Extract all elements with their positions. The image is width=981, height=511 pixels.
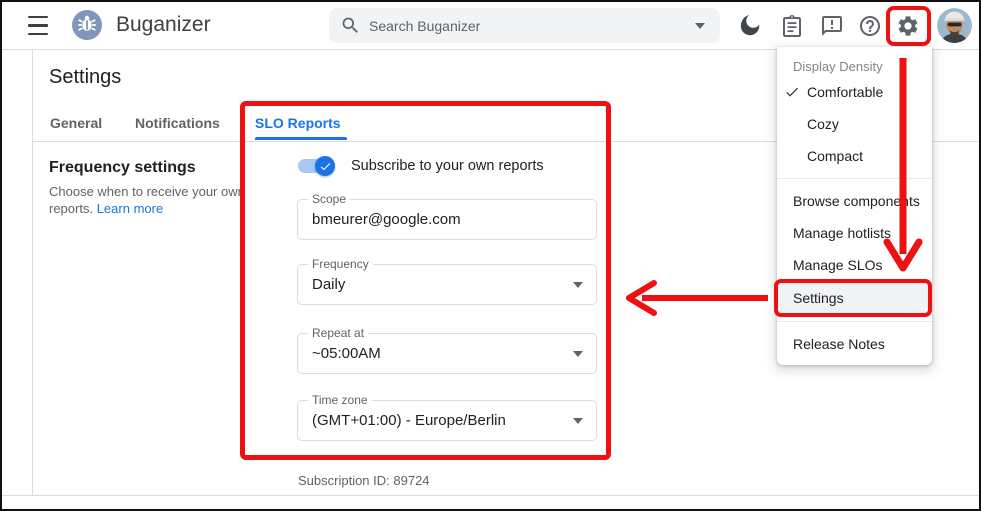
check-icon <box>784 84 802 100</box>
menu-item-label: Cozy <box>807 116 839 132</box>
frequency-dropdown-arrow-icon <box>573 282 583 288</box>
menu-item-settings[interactable]: Settings <box>777 281 932 315</box>
time-zone-dropdown-arrow-icon <box>573 418 583 424</box>
menu-item-release-notes[interactable]: Release Notes <box>777 328 932 360</box>
tab-slo-reports[interactable]: SLO Reports <box>255 115 341 131</box>
toggle-check-icon <box>320 162 330 170</box>
content-bottom-divider <box>2 495 979 496</box>
help-icon[interactable] <box>858 14 882 38</box>
subscribe-toggle-label: Subscribe to your own reports <box>351 158 544 174</box>
tab-general[interactable]: General <box>50 115 102 131</box>
active-tab-underline <box>255 137 347 140</box>
search-icon <box>342 17 358 33</box>
menu-item-compact[interactable]: Compact <box>777 140 932 172</box>
content-left-divider <box>32 50 33 495</box>
scope-field-label: Scope <box>308 193 351 205</box>
search-dropdown-arrow-icon[interactable] <box>695 23 705 29</box>
time-zone-select[interactable]: Time zone (GMT+01:00) - Europe/Berlin <box>297 394 597 441</box>
search-bar <box>329 8 720 43</box>
subscribe-toggle-row: Subscribe to your own reports <box>298 156 544 176</box>
repeat-at-dropdown-arrow-icon <box>573 351 583 357</box>
menu-divider <box>777 321 932 322</box>
frequency-settings-heading: Frequency settings <box>49 159 196 176</box>
tasks-clipboard-icon[interactable] <box>780 14 804 38</box>
top-app-bar: Buganizer <box>2 2 979 50</box>
menu-item-browse-components[interactable]: Browse components <box>777 185 932 217</box>
repeat-at-select-label: Repeat at <box>308 327 369 339</box>
dark-mode-moon-icon[interactable] <box>738 14 762 38</box>
frequency-settings-description: Choose when to receive your own reports.… <box>49 183 249 217</box>
user-avatar[interactable] <box>937 8 972 43</box>
buganizer-window: Buganizer Search Buganizer Settings Gene… <box>0 0 981 511</box>
display-density-header: Display Density <box>793 59 883 74</box>
search-input[interactable] <box>369 8 679 43</box>
time-zone-select-label: Time zone <box>308 394 372 406</box>
menu-item-comfortable[interactable]: Comfortable <box>777 76 932 108</box>
menu-item-cozy[interactable]: Cozy <box>777 108 932 140</box>
toggle-thumb <box>315 156 335 176</box>
menu-item-manage-slos[interactable]: Manage SLOs <box>777 249 932 281</box>
menu-item-label: Compact <box>807 148 864 164</box>
feedback-icon[interactable] <box>820 14 844 38</box>
app-title: Buganizer <box>116 13 211 36</box>
page-title: Settings <box>49 66 122 88</box>
tab-notifications[interactable]: Notifications <box>135 115 220 131</box>
learn-more-link[interactable]: Learn more <box>97 201 163 216</box>
menu-item-label: Comfortable <box>807 84 884 100</box>
menu-divider <box>777 178 932 179</box>
frequency-select-label: Frequency <box>308 258 373 270</box>
hamburger-menu-icon[interactable] <box>28 16 48 35</box>
subscription-id-text: Subscription ID: 89724 <box>298 473 430 488</box>
menu-item-manage-hotlists[interactable]: Manage hotlists <box>777 217 932 249</box>
settings-dropdown-menu: Display Density Comfortable Cozy Compact… <box>777 47 932 365</box>
scope-field[interactable]: Scope bmeurer@google.com <box>297 193 597 240</box>
frequency-select[interactable]: Frequency Daily <box>297 258 597 305</box>
buganizer-logo-bug-icon <box>72 10 102 40</box>
settings-gear-icon[interactable] <box>896 14 920 38</box>
subscribe-toggle[interactable] <box>298 156 335 176</box>
repeat-at-select[interactable]: Repeat at ~05:00AM <box>297 327 597 374</box>
